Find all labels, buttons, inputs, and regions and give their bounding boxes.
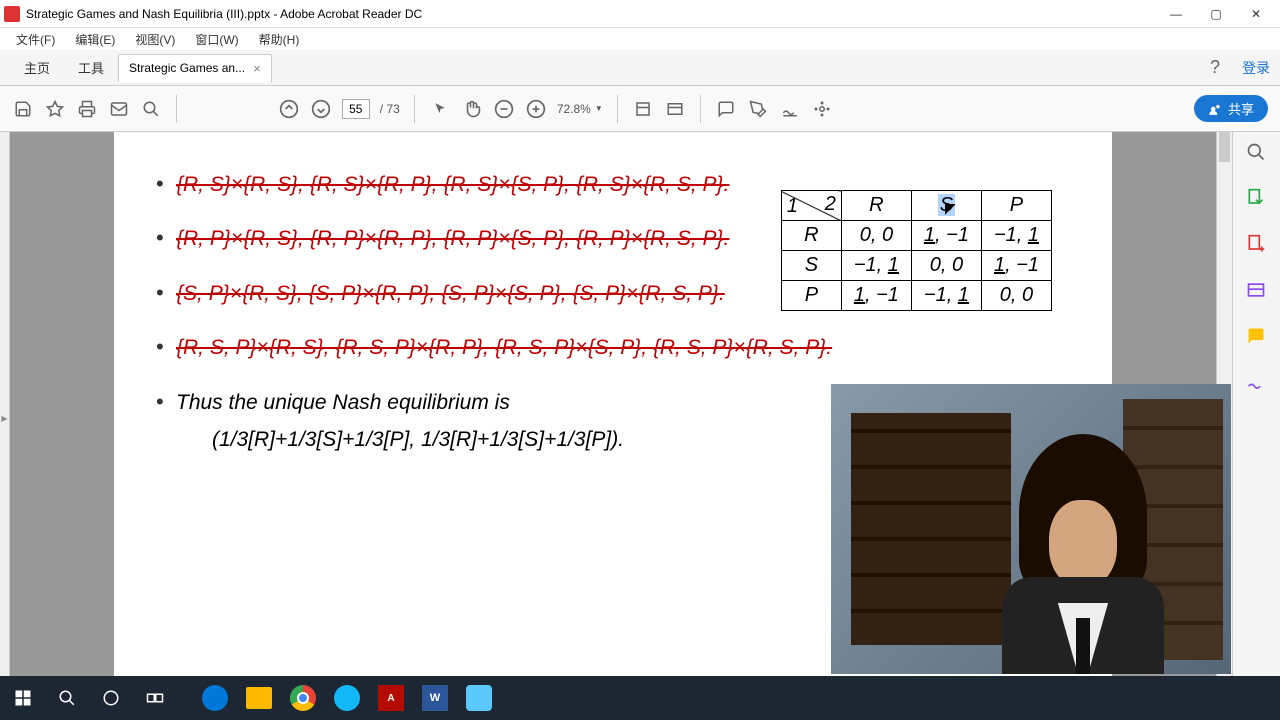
struck-text: {R, S, P}×{R, S}, {R, S, P}×{R, P}, {R, … xyxy=(176,336,832,359)
payoff-matrix-table: 12 R S P R 0, 0 1, −1 −1, 1 S −1, 1 0, 0… xyxy=(781,190,1052,311)
document-tab[interactable]: Strategic Games an... × xyxy=(118,54,272,82)
scrollbar-thumb[interactable] xyxy=(1219,132,1230,162)
comment-panel-icon[interactable] xyxy=(1246,326,1268,348)
zoom-in-icon[interactable] xyxy=(525,98,547,120)
menu-file[interactable]: 文件(F) xyxy=(6,29,65,50)
zoom-out-icon[interactable] xyxy=(493,98,515,120)
right-tools-panel xyxy=(1232,132,1280,704)
table-corner: 12 xyxy=(781,191,841,221)
col-header-P: P xyxy=(981,191,1051,221)
word-icon[interactable]: W xyxy=(416,679,454,717)
search-icon[interactable] xyxy=(140,98,162,120)
tab-home[interactable]: 主页 xyxy=(10,52,64,83)
table-cell: −1, 1 xyxy=(911,281,981,311)
email-icon[interactable] xyxy=(108,98,130,120)
menu-bar: 文件(F) 编辑(E) 视图(V) 窗口(W) 帮助(H) xyxy=(0,28,1280,50)
toolbar: / 73 72.8%▼ 共享 xyxy=(0,86,1280,132)
struck-text: {S, P}×{R, S}, {S, P}×{R, P}, {S, P}×{S,… xyxy=(176,282,725,305)
zoom-level-dropdown[interactable]: 72.8%▼ xyxy=(557,102,603,116)
table-cell: −1, 1 xyxy=(981,221,1051,251)
table-cell: 1, −1 xyxy=(911,221,981,251)
file-explorer-icon[interactable] xyxy=(240,679,278,717)
struck-text: {R, S}×{R, S}, {R, S}×{R, P}, {R, S}×{S,… xyxy=(176,173,729,196)
tab-tools[interactable]: 工具 xyxy=(64,52,118,83)
login-button[interactable]: 登录 xyxy=(1242,58,1270,78)
qq-browser-icon[interactable] xyxy=(328,679,366,717)
print-icon[interactable] xyxy=(76,98,98,120)
table-cell: 0, 0 xyxy=(911,251,981,281)
page-number-input[interactable] xyxy=(342,99,370,119)
page-down-icon[interactable] xyxy=(310,98,332,120)
taskview-icon[interactable] xyxy=(136,679,174,717)
window-title: Strategic Games and Nash Equilibria (III… xyxy=(26,7,1156,21)
app-icon xyxy=(4,6,20,22)
edit-pdf-icon[interactable] xyxy=(1246,280,1268,302)
close-button[interactable]: ✕ xyxy=(1236,0,1276,28)
table-cell: 0, 0 xyxy=(841,221,911,251)
windows-taskbar: A W xyxy=(0,676,1280,720)
nash-intro-text: Thus the unique Nash equilibrium is xyxy=(176,391,510,414)
misc-app-icon[interactable] xyxy=(460,679,498,717)
table-cell: 1, −1 xyxy=(981,251,1051,281)
struck-text: {R, P}×{R, S}, {R, P}×{R, P}, {R, P}×{S,… xyxy=(176,227,729,250)
tab-close-icon[interactable]: × xyxy=(253,61,261,76)
separator xyxy=(700,95,701,123)
row-header-R: R xyxy=(781,221,841,251)
col-header-R: R xyxy=(841,191,911,221)
start-button[interactable] xyxy=(4,679,42,717)
list-item: {R, S, P}×{R, S}, {R, S, P}×{R, P}, {R, … xyxy=(154,333,1072,363)
zoom-level-label: 72.8% xyxy=(557,102,591,116)
separator xyxy=(617,95,618,123)
window-titlebar: Strategic Games and Nash Equilibria (III… xyxy=(0,0,1280,28)
sign-icon[interactable] xyxy=(779,98,801,120)
highlight-icon[interactable] xyxy=(747,98,769,120)
fill-sign-icon[interactable] xyxy=(1246,372,1268,394)
col-header-S: S xyxy=(911,191,981,221)
page-total-label: / 73 xyxy=(380,102,400,116)
document-tab-label: Strategic Games an... xyxy=(129,61,245,75)
share-button[interactable]: 共享 xyxy=(1194,95,1268,122)
pointer-icon[interactable] xyxy=(429,98,451,120)
more-tools-icon[interactable] xyxy=(811,98,833,120)
help-icon[interactable]: ? xyxy=(1204,57,1226,79)
table-cell: −1, 1 xyxy=(841,251,911,281)
table-cell: 1, −1 xyxy=(841,281,911,311)
menu-edit[interactable]: 编辑(E) xyxy=(65,29,125,50)
menu-help[interactable]: 帮助(H) xyxy=(249,29,310,50)
chrome-icon[interactable] xyxy=(284,679,322,717)
row-header-P: P xyxy=(781,281,841,311)
cortana-icon[interactable] xyxy=(92,679,130,717)
row-header-S: S xyxy=(781,251,841,281)
maximize-button[interactable]: ▢ xyxy=(1196,0,1236,28)
page-up-icon[interactable] xyxy=(278,98,300,120)
tab-bar: 主页 工具 Strategic Games an... × ? 登录 xyxy=(0,50,1280,86)
comment-icon[interactable] xyxy=(715,98,737,120)
separator xyxy=(176,95,177,123)
minimize-button[interactable]: — xyxy=(1156,0,1196,28)
read-mode-icon[interactable] xyxy=(664,98,686,120)
export-pdf-icon[interactable] xyxy=(1246,188,1268,210)
table-cell: 0, 0 xyxy=(981,281,1051,311)
acrobat-taskbar-icon[interactable]: A xyxy=(372,679,410,717)
star-icon[interactable] xyxy=(44,98,66,120)
edge-icon[interactable] xyxy=(196,679,234,717)
save-icon[interactable] xyxy=(12,98,34,120)
sidebar-toggle[interactable]: ▶ xyxy=(0,132,10,704)
share-label: 共享 xyxy=(1228,99,1254,118)
menu-window[interactable]: 窗口(W) xyxy=(185,29,248,50)
fit-width-icon[interactable] xyxy=(632,98,654,120)
webcam-overlay xyxy=(831,384,1231,674)
hand-icon[interactable] xyxy=(461,98,483,120)
separator xyxy=(414,95,415,123)
search-panel-icon[interactable] xyxy=(1246,142,1268,164)
create-pdf-icon[interactable] xyxy=(1246,234,1268,256)
menu-view[interactable]: 视图(V) xyxy=(125,29,185,50)
search-taskbar-icon[interactable] xyxy=(48,679,86,717)
